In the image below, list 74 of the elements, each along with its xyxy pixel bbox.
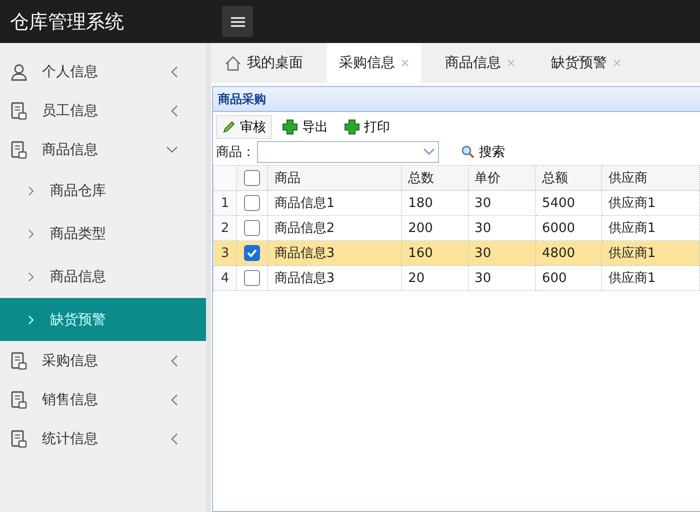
document-icon <box>10 102 28 120</box>
document-icon <box>10 430 28 448</box>
sidebar-subitem[interactable]: 缺货预警 <box>0 298 206 341</box>
table-cell: 160 <box>402 240 468 266</box>
table-cell: 商品信息3 <box>268 240 402 266</box>
menu-icon <box>230 16 244 26</box>
column-header[interactable]: 总额 <box>535 166 602 190</box>
tab[interactable]: 采购信息 <box>327 43 421 83</box>
row-checkbox[interactable] <box>244 195 260 211</box>
sidebar-item[interactable]: 销售信息 <box>0 380 206 419</box>
search-button[interactable]: 搜索 <box>455 142 511 162</box>
table-cell: 供应商1 <box>602 266 700 290</box>
chevron-down-icon <box>166 146 178 154</box>
person-icon <box>10 62 28 80</box>
column-header[interactable]: 单价 <box>468 166 536 190</box>
app-title: 仓库管理系统 <box>9 10 125 34</box>
chevron-left-icon <box>170 66 178 78</box>
row-number: 1 <box>214 190 237 216</box>
row-checkbox[interactable] <box>244 245 260 261</box>
chevron-left-icon <box>170 354 178 366</box>
close-icon <box>507 59 515 67</box>
panel-title: 商品采购 <box>213 87 700 112</box>
table-cell: 商品信息1 <box>268 190 402 216</box>
table-cell: 4800 <box>535 240 602 266</box>
row-number: 3 <box>214 240 237 266</box>
sidebar-subitem[interactable]: 商品仓库 <box>0 169 206 212</box>
table-cell: 30 <box>468 240 536 266</box>
sidebar-item[interactable]: 统计信息 <box>0 419 206 458</box>
sidebar-item[interactable]: 商品信息 <box>0 130 206 169</box>
table-cell: 5400 <box>535 190 602 216</box>
chevron-left-icon <box>170 104 178 116</box>
menu-button[interactable] <box>222 6 253 37</box>
chevron-left-icon <box>170 394 178 406</box>
toolbar-button[interactable]: 打印 <box>338 115 396 139</box>
document-icon <box>10 390 28 408</box>
sidebar-item[interactable]: 个人信息 <box>0 52 206 91</box>
table-cell: 180 <box>402 190 468 216</box>
search-icon <box>461 145 475 159</box>
filter-label: 商品： <box>216 144 255 161</box>
sidebar-subitem[interactable]: 商品信息 <box>0 255 206 298</box>
table-cell: 供应商1 <box>602 240 700 266</box>
close-icon <box>401 59 409 67</box>
chevron-right-icon <box>28 228 34 238</box>
row-number: 2 <box>214 216 237 240</box>
column-header[interactable]: 商品 <box>268 166 402 190</box>
plus-icon <box>344 119 360 135</box>
row-checkbox[interactable] <box>244 270 260 286</box>
chevron-right-icon <box>28 186 34 196</box>
table-cell: 600 <box>535 266 602 290</box>
sidebar-item[interactable]: 采购信息 <box>0 341 206 380</box>
close-icon <box>613 59 621 67</box>
toolbar-button[interactable]: 导出 <box>276 115 334 139</box>
document-icon <box>10 140 28 158</box>
toolbar-button[interactable]: 审核 <box>216 115 272 139</box>
sidebar-subitem[interactable]: 商品类型 <box>0 212 206 255</box>
table-cell: 30 <box>468 266 536 290</box>
plus-icon <box>282 119 298 135</box>
row-number: 4 <box>214 266 237 290</box>
column-header[interactable]: 供应商 <box>602 166 700 190</box>
chevron-right-icon <box>28 272 34 282</box>
row-checkbox[interactable] <box>244 220 260 236</box>
chevron-right-icon <box>28 314 34 324</box>
product-combo-field[interactable] <box>257 141 439 163</box>
sidebar-item[interactable]: 员工信息 <box>0 91 206 130</box>
pencil-icon <box>222 120 236 134</box>
table-cell: 商品信息3 <box>268 266 402 290</box>
column-header[interactable]: 总数 <box>402 166 468 190</box>
table-cell: 30 <box>468 190 536 216</box>
table-cell: 供应商1 <box>602 190 700 216</box>
home-icon <box>225 56 241 70</box>
chevron-left-icon <box>170 432 178 444</box>
select-all-checkbox[interactable] <box>244 170 260 186</box>
table-cell: 20 <box>402 266 468 290</box>
document-icon <box>10 352 28 370</box>
